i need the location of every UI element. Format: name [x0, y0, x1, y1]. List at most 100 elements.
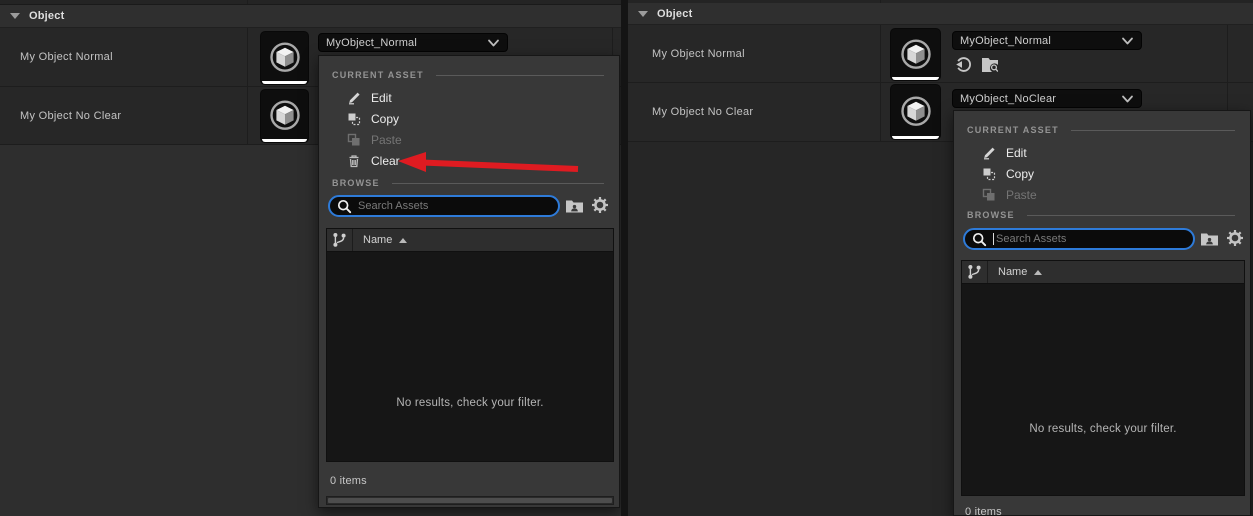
menu-item-paste: Paste — [954, 184, 1250, 205]
pencil-icon — [981, 145, 997, 161]
property-label: My Object No Clear — [20, 87, 121, 144]
section-rule — [436, 75, 604, 76]
asset-list-header: Name — [962, 261, 1244, 284]
browse-to-asset-button[interactable] — [980, 55, 1001, 73]
horizontal-scrollbar[interactable] — [326, 496, 614, 505]
search-assets-input[interactable] — [996, 233, 1146, 245]
view-options-gear-button[interactable] — [1225, 228, 1244, 247]
collapse-arrow-icon[interactable] — [10, 13, 20, 19]
menu-item-label: Copy — [371, 112, 399, 126]
menu-item-label: Copy — [1006, 167, 1034, 181]
search-icon — [972, 232, 987, 247]
paste-icon — [346, 132, 362, 148]
section-label: CURRENT ASSET — [332, 70, 424, 80]
chevron-down-icon — [487, 38, 500, 48]
name-column-header[interactable]: Name — [988, 261, 1244, 283]
category-title: Object — [657, 8, 692, 20]
section-rule — [392, 183, 604, 184]
asset-color-strip — [892, 77, 939, 80]
scrollbar-thumb[interactable] — [328, 498, 612, 503]
asset-combobox[interactable]: MyObject_Normal — [318, 33, 508, 52]
asset-combobox[interactable]: MyObject_NoClear — [952, 89, 1142, 108]
column-settings-cell[interactable] — [327, 229, 353, 251]
hierarchy-icon — [332, 232, 347, 248]
menu-item-label: Edit — [1006, 146, 1027, 160]
search-assets-input[interactable] — [358, 200, 508, 212]
asset-thumbnail[interactable] — [261, 90, 308, 142]
paste-icon — [981, 187, 997, 203]
items-count: 0 items — [965, 506, 1002, 516]
search-icon — [337, 199, 352, 214]
cube-icon — [896, 34, 936, 74]
category-title: Object — [29, 10, 64, 22]
chevron-down-icon — [1121, 94, 1134, 104]
gear-icon — [1226, 229, 1244, 247]
category-header[interactable]: Object — [0, 5, 621, 28]
pencil-icon — [346, 90, 362, 106]
current-asset-section: CURRENT ASSET — [332, 68, 604, 82]
folder-search-icon — [981, 56, 1001, 73]
browse-section: BROWSE — [967, 208, 1235, 222]
asset-list-header: Name — [327, 229, 613, 252]
asset-list: Name No results, check your filter. — [961, 260, 1245, 496]
asset-color-strip — [892, 136, 939, 139]
items-count: 0 items — [330, 475, 367, 487]
chevron-down-icon — [1121, 36, 1134, 46]
name-column-header[interactable]: Name — [353, 229, 613, 251]
cube-icon — [896, 91, 936, 131]
combobox-value: MyObject_NoClear — [960, 93, 1056, 105]
sort-ascending-icon — [1034, 270, 1042, 275]
content-browser-folder-button[interactable] — [564, 197, 584, 214]
folder-icon — [565, 198, 584, 214]
content-browser-folder-button[interactable] — [1199, 230, 1219, 247]
menu-item-edit[interactable]: Edit — [954, 142, 1250, 163]
section-label: CURRENT ASSET — [967, 125, 1059, 135]
property-label: My Object Normal — [20, 28, 113, 86]
trash-icon — [346, 153, 362, 169]
sort-ascending-icon — [399, 238, 407, 243]
asset-combobox[interactable]: MyObject_Normal — [952, 31, 1142, 50]
combobox-value: MyObject_Normal — [326, 37, 417, 49]
menu-item-paste: Paste — [319, 129, 619, 150]
asset-thumbnail[interactable] — [891, 29, 940, 80]
asset-picker-dropdown: CURRENT ASSET Edit Copy Paste Clear — [318, 55, 620, 508]
menu-item-label: Paste — [1006, 188, 1037, 202]
property-label: My Object No Clear — [652, 83, 753, 141]
details-panel-left: Object My Object Normal My Object No Cle… — [0, 0, 621, 516]
combobox-value: MyObject_Normal — [960, 35, 1051, 47]
no-results-message: No results, check your filter. — [327, 397, 613, 409]
use-selected-arrow-icon — [955, 56, 972, 73]
copy-icon — [981, 166, 997, 182]
menu-item-copy[interactable]: Copy — [954, 163, 1250, 184]
cube-icon — [265, 37, 305, 77]
annotation-arrow — [396, 148, 586, 182]
name-column-label: Name — [998, 266, 1027, 278]
folder-icon — [1200, 231, 1219, 247]
search-assets-input-wrap[interactable] — [963, 228, 1195, 250]
gear-icon — [591, 196, 609, 214]
property-label: My Object Normal — [652, 25, 745, 82]
asset-thumbnail[interactable] — [891, 85, 940, 139]
text-cursor — [993, 233, 994, 245]
section-label: BROWSE — [967, 210, 1015, 220]
copy-icon — [346, 111, 362, 127]
view-options-gear-button[interactable] — [590, 195, 609, 214]
menu-item-copy[interactable]: Copy — [319, 108, 619, 129]
use-selected-asset-button[interactable] — [954, 55, 972, 73]
menu-item-label: Edit — [371, 91, 392, 105]
search-assets-input-wrap[interactable] — [328, 195, 560, 217]
category-header[interactable]: Object — [628, 3, 1253, 25]
section-rule — [1071, 130, 1235, 131]
collapse-arrow-icon[interactable] — [638, 11, 648, 17]
menu-item-label: Paste — [371, 133, 402, 147]
menu-item-edit[interactable]: Edit — [319, 87, 619, 108]
no-results-message: No results, check your filter. — [962, 423, 1244, 435]
asset-thumbnail[interactable] — [261, 32, 308, 84]
section-label: BROWSE — [332, 178, 380, 188]
name-column-label: Name — [363, 234, 392, 246]
current-asset-section: CURRENT ASSET — [967, 123, 1235, 137]
asset-list: Name No results, check your filter. — [326, 228, 614, 462]
details-panel-right: Object My Object Normal My Object No Cle… — [628, 0, 1253, 516]
asset-color-strip — [262, 139, 307, 142]
column-settings-cell[interactable] — [962, 261, 988, 283]
